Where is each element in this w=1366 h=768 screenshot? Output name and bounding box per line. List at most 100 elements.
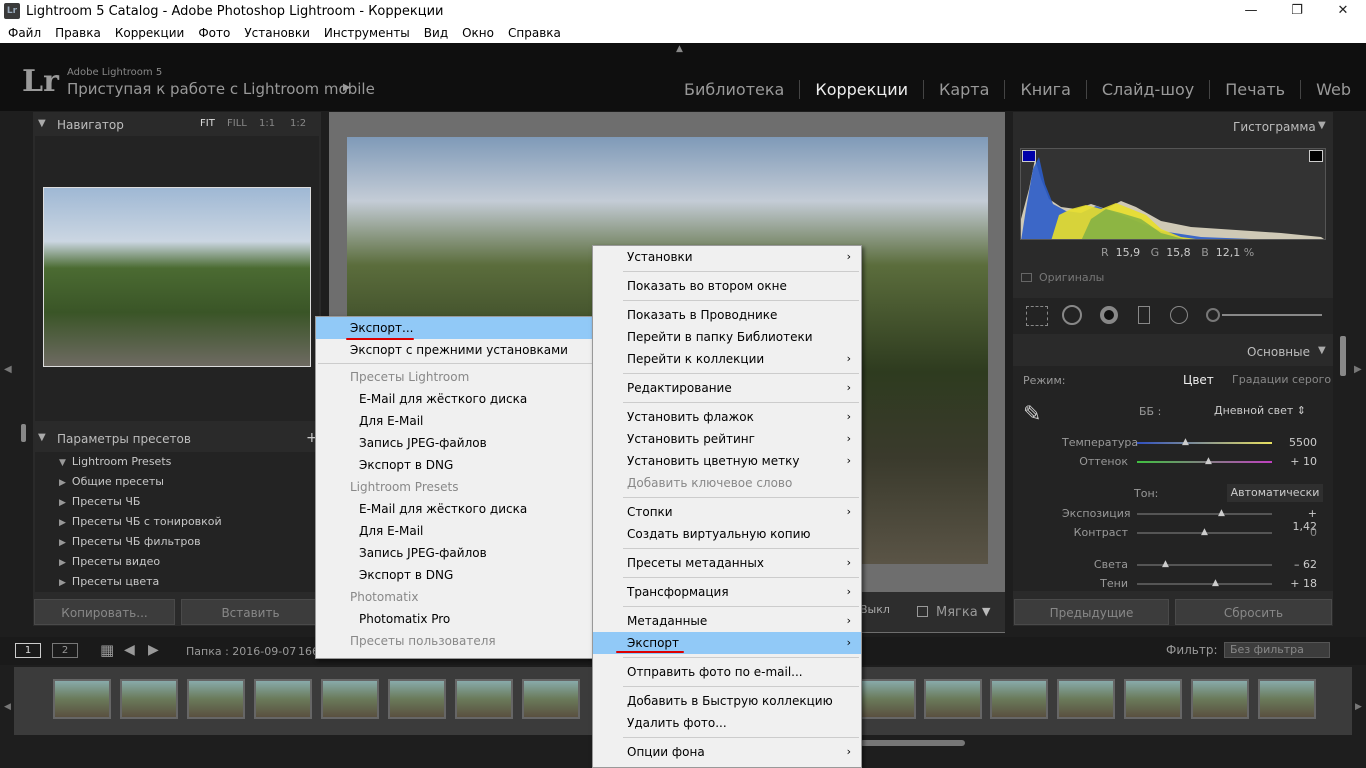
main-window-button[interactable]: 1: [15, 643, 41, 658]
menu-item[interactable]: Трансформация ›: [593, 581, 861, 603]
zoom-1-2[interactable]: 1:2: [290, 118, 306, 129]
slider-thumb[interactable]: ▲: [1162, 559, 1169, 569]
menu-item[interactable]: E-Mail для жёсткого диска: [316, 388, 594, 410]
menu-item[interactable]: Перейти к коллекции ›: [593, 348, 861, 370]
thumbnail[interactable]: [924, 679, 982, 719]
copy-button[interactable]: Копировать...: [34, 599, 175, 625]
treatment-grayscale[interactable]: Градации серого: [1232, 373, 1331, 386]
menu-develop[interactable]: Коррекции: [115, 26, 185, 40]
play-icon[interactable]: ▶: [343, 82, 351, 93]
preset-folder[interactable]: ▼ Lightroom Presets: [35, 452, 319, 472]
menu-tools[interactable]: Инструменты: [324, 26, 410, 40]
menu-photo[interactable]: Фото: [198, 26, 230, 40]
contrast-value[interactable]: 0: [1280, 526, 1317, 539]
zoom-fit[interactable]: FIT: [200, 118, 215, 129]
menu-item[interactable]: Перейти в папку Библиотеки: [593, 326, 861, 348]
menu-item[interactable]: Опции фона ›: [593, 741, 861, 763]
thumbnail[interactable]: [187, 679, 245, 719]
minimize-icon[interactable]: —: [1228, 0, 1274, 23]
tint-value[interactable]: + 10: [1280, 455, 1317, 468]
reset-button[interactable]: Сбросить: [1175, 599, 1332, 625]
radial-filter-icon[interactable]: [1170, 306, 1188, 324]
thumbnail[interactable]: [1057, 679, 1115, 719]
thumbnail[interactable]: [388, 679, 446, 719]
menu-window[interactable]: Окно: [462, 26, 494, 40]
slider-thumb[interactable]: ▲: [1212, 578, 1219, 588]
histogram[interactable]: [1020, 148, 1326, 240]
left-scrollbar[interactable]: [21, 424, 26, 442]
close-icon[interactable]: ✕: [1320, 0, 1366, 23]
menu-item[interactable]: Экспорт в DNG: [316, 564, 594, 586]
menu-item[interactable]: Для E-Mail: [316, 410, 594, 432]
spot-removal-icon[interactable]: [1062, 305, 1082, 325]
filmstrip-left-icon[interactable]: ◀: [4, 702, 11, 712]
module-book[interactable]: Книга: [1004, 79, 1085, 99]
menu-item[interactable]: Экспорт в DNG: [316, 454, 594, 476]
module-web[interactable]: Web: [1300, 79, 1366, 99]
preset-folder[interactable]: ▶ Пресеты ЧБ с тонировкой: [35, 512, 319, 532]
menu-item[interactable]: Создать виртуальную копию: [593, 523, 861, 545]
menu-item[interactable]: Стопки ›: [593, 501, 861, 523]
collapse-right-icon[interactable]: ▶: [1354, 364, 1362, 375]
slider-thumb[interactable]: ▲: [1205, 456, 1212, 466]
navigator-preview[interactable]: [43, 187, 311, 367]
graduated-filter-icon[interactable]: [1138, 306, 1150, 324]
shadow-clipping-icon[interactable]: [1022, 150, 1036, 162]
thumbnail[interactable]: [321, 679, 379, 719]
thumbnail[interactable]: [455, 679, 513, 719]
before-after-off[interactable]: Выкл: [860, 603, 890, 616]
menu-item[interactable]: Для E-Mail: [316, 520, 594, 542]
module-library[interactable]: Библиотека: [669, 80, 799, 99]
filmstrip-right-icon[interactable]: ▶: [1355, 702, 1362, 712]
module-print[interactable]: Печать: [1209, 79, 1300, 99]
slider-thumb[interactable]: ▲: [1201, 527, 1208, 537]
temp-value[interactable]: 5500: [1280, 436, 1317, 449]
menu-item[interactable]: Показать в Проводнике: [593, 304, 861, 326]
highlights-value[interactable]: – 62: [1280, 558, 1317, 571]
previous-button[interactable]: Предыдущие: [1014, 599, 1169, 625]
folder-path[interactable]: Папка : 2016-09-07: [186, 645, 296, 658]
right-scrollbar[interactable]: [1340, 336, 1346, 376]
basic-collapse-icon[interactable]: ▼: [1318, 345, 1326, 356]
menu-view[interactable]: Вид: [424, 26, 448, 40]
forward-arrow-icon[interactable]: ▶: [148, 642, 159, 658]
crop-icon[interactable]: [1026, 306, 1048, 326]
thumbnail[interactable]: [1191, 679, 1249, 719]
shadows-value[interactable]: + 18: [1280, 577, 1317, 590]
menu-item[interactable]: Установить цветную метку ›: [593, 450, 861, 472]
preset-folder[interactable]: ▶ Пресеты ЧБ: [35, 492, 319, 512]
menu-item[interactable]: E-Mail для жёсткого диска: [316, 498, 594, 520]
thumbnail[interactable]: [990, 679, 1048, 719]
toolbar-menu-icon[interactable]: ▼: [982, 605, 990, 618]
exposure-slider[interactable]: [1137, 513, 1272, 515]
preset-folder[interactable]: ▶ Общие пресеты: [35, 472, 319, 492]
red-eye-icon[interactable]: [1100, 306, 1118, 324]
originals-checkbox[interactable]: [1021, 273, 1032, 282]
menu-item[interactable]: Установить флажок ›: [593, 406, 861, 428]
menu-file[interactable]: Файл: [8, 26, 41, 40]
maximize-icon[interactable]: ❐: [1274, 0, 1320, 23]
module-map[interactable]: Карта: [922, 79, 1004, 99]
adjustment-brush-icon[interactable]: [1206, 308, 1220, 322]
preset-folder[interactable]: ▶ Пресеты цвета: [35, 572, 319, 592]
menu-item[interactable]: Установить рейтинг ›: [593, 428, 861, 450]
thumbnail[interactable]: [120, 679, 178, 719]
zoom-1-1[interactable]: 1:1: [259, 118, 275, 129]
menu-item[interactable]: Запись JPEG-файлов: [316, 542, 594, 564]
menu-item[interactable]: Редактирование ›: [593, 377, 861, 399]
thumbnail[interactable]: [1124, 679, 1182, 719]
thumbnail[interactable]: [522, 679, 580, 719]
menu-help[interactable]: Справка: [508, 26, 561, 40]
menu-item[interactable]: Показать во втором окне: [593, 275, 861, 297]
menu-item[interactable]: Метаданные ›: [593, 610, 861, 632]
menu-item[interactable]: Установки ›: [593, 246, 861, 268]
menu-edit[interactable]: Правка: [55, 26, 101, 40]
menu-item[interactable]: Запись JPEG-файлов: [316, 432, 594, 454]
histogram-collapse-icon[interactable]: ▼: [1318, 120, 1326, 131]
eyedropper-icon[interactable]: ✎: [1023, 402, 1055, 434]
preset-folder[interactable]: ▶ Пресеты видео: [35, 552, 319, 572]
filter-dropdown[interactable]: Без фильтра: [1224, 642, 1330, 658]
collapse-left-icon[interactable]: ◀: [4, 364, 12, 375]
grid-icon[interactable]: ▦: [100, 641, 114, 659]
mobile-start-link[interactable]: Приступая к работе с Lightroom mobile: [67, 80, 375, 98]
